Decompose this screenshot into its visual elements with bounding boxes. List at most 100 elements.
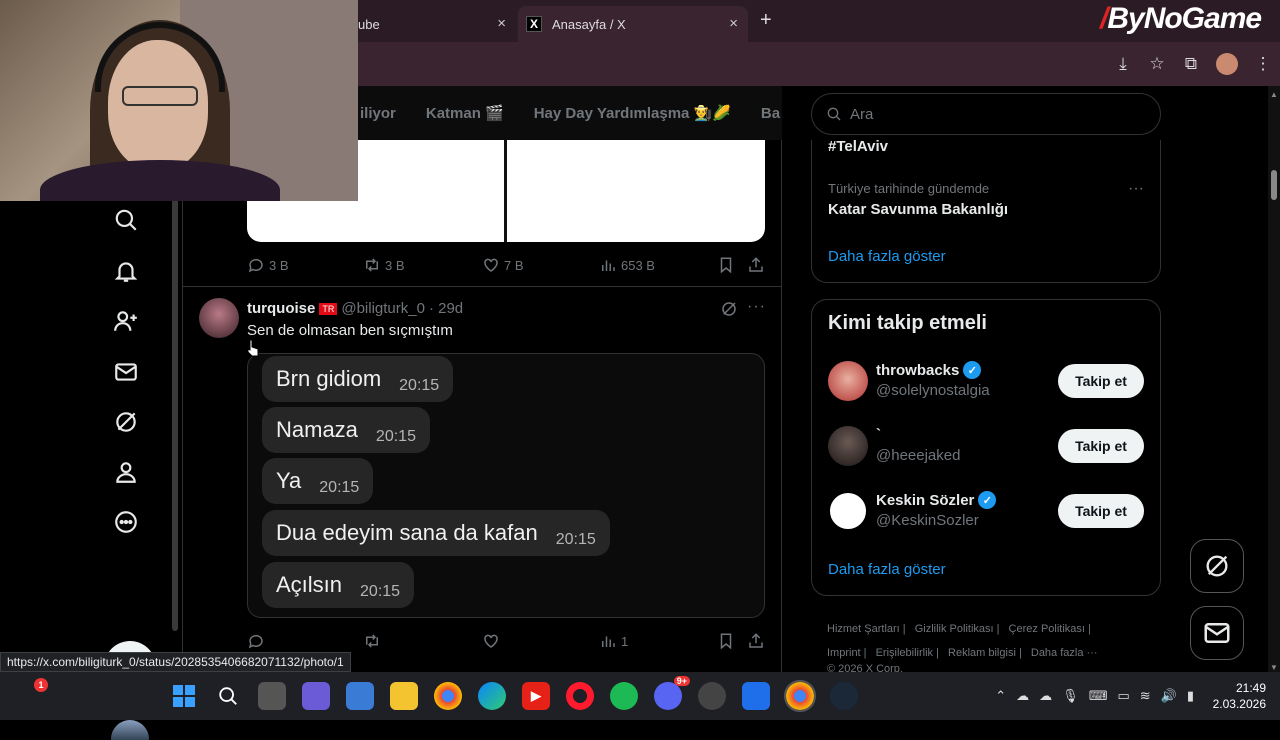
views-button[interactable]: 1 xyxy=(599,632,628,650)
page-scrollbar[interactable]: ▲ ▼ xyxy=(1268,86,1280,676)
explore-search-icon[interactable] xyxy=(110,204,142,236)
share-button[interactable] xyxy=(747,632,765,650)
retweet-button[interactable]: 3 B xyxy=(363,256,405,274)
follow-button[interactable]: Takip et xyxy=(1058,364,1144,398)
suggestion-name[interactable]: throwbacks xyxy=(876,362,959,379)
bookmark-star-icon[interactable]: ☆ xyxy=(1140,54,1174,74)
tray-chevron-icon[interactable]: ⌃ xyxy=(995,688,1006,704)
discord-icon[interactable]: 9+ xyxy=(654,676,690,710)
tab-list-item[interactable]: Katman 🎬 xyxy=(426,104,504,122)
obs-icon[interactable] xyxy=(698,682,726,710)
taskbar-clock[interactable]: 21:49 2.03.2026 xyxy=(1206,680,1266,712)
follow-suggestion[interactable]: Keskin Sözler ✓ @KeskinSozler Takip et xyxy=(828,491,1146,535)
suggestion-avatar[interactable] xyxy=(828,491,868,531)
trends-show-more-link[interactable]: Daha fazla göster xyxy=(828,248,946,265)
footer-link[interactable]: Daha fazla ··· xyxy=(1031,647,1098,659)
tweet-author-name[interactable]: turquoise xyxy=(247,300,315,317)
tab-x-home[interactable]: X Anasayfa / X × xyxy=(518,6,748,42)
messages-fab-button[interactable] xyxy=(1190,606,1244,660)
scroll-up-icon[interactable]: ▲ xyxy=(1270,90,1278,99)
like-button[interactable]: 7 B xyxy=(482,256,524,274)
opera-icon[interactable] xyxy=(566,682,594,710)
onedrive-icon[interactable]: ☁ xyxy=(1039,688,1052,704)
bookmark-button[interactable] xyxy=(717,256,735,274)
tab-list-item[interactable]: iliyor xyxy=(360,105,396,122)
retweet-button[interactable] xyxy=(363,632,381,650)
windows-start-icon[interactable] xyxy=(170,682,198,710)
footer-link[interactable]: Çerez Politikası | xyxy=(1009,623,1091,635)
suggestion-avatar[interactable] xyxy=(828,361,868,401)
notifications-bell-icon[interactable] xyxy=(110,255,142,287)
microphone-icon[interactable]: 🎙 xyxy=(1062,688,1079,704)
follow-button[interactable]: Takip et xyxy=(1058,494,1144,528)
account-avatar[interactable] xyxy=(111,720,149,740)
tweet-more-icon[interactable]: ··· xyxy=(747,298,766,316)
tab-close-icon[interactable]: × xyxy=(729,15,738,32)
trend-more-icon[interactable]: ··· xyxy=(1128,180,1144,198)
reply-button[interactable] xyxy=(247,632,265,650)
like-button[interactable] xyxy=(482,632,500,650)
footer-link[interactable]: Reklam bilgisi | xyxy=(948,647,1022,659)
tweet-chat-screenshot[interactable]: Brn gidiom 20:15 Namaza 20:15 Ya 20:15 D… xyxy=(247,353,765,618)
footer-link[interactable]: Gizlilik Politikası | xyxy=(915,623,1000,635)
tweet-author-handle[interactable]: @biligturk_0 xyxy=(341,300,425,317)
grok-explain-icon[interactable] xyxy=(720,300,738,318)
task-view-icon[interactable] xyxy=(258,682,286,710)
edge-icon[interactable] xyxy=(478,682,506,710)
install-app-icon[interactable]: ⤓ xyxy=(1106,54,1140,74)
grok-fab-button[interactable] xyxy=(1190,539,1244,593)
bookmark-button[interactable] xyxy=(717,632,735,650)
tray-app-icon[interactable]: ☁ xyxy=(1016,688,1029,704)
share-button[interactable] xyxy=(747,256,765,274)
file-explorer-icon[interactable] xyxy=(390,682,418,710)
keyboard-icon[interactable]: ⌨ xyxy=(1089,688,1108,704)
verified-badge-icon: ✓ xyxy=(978,491,997,509)
follow-suggestion[interactable]: ` @heeejaked Takip et xyxy=(828,426,1146,470)
tab-close-icon[interactable]: × xyxy=(497,15,506,32)
scroll-down-icon[interactable]: ▼ xyxy=(1270,663,1278,672)
chrome-active-icon[interactable] xyxy=(784,680,816,712)
display-icon[interactable]: ▭ xyxy=(1117,688,1129,704)
more-options-icon[interactable] xyxy=(110,506,142,538)
app-icon[interactable] xyxy=(742,682,770,710)
tweet-author-avatar[interactable] xyxy=(199,298,239,338)
spotify-icon[interactable] xyxy=(610,682,638,710)
scrollbar-thumb[interactable] xyxy=(1271,170,1277,200)
taskbar-notification-app[interactable]: 1 xyxy=(22,678,48,710)
follow-show-more-link[interactable]: Daha fazla göster xyxy=(828,561,946,578)
footer-link[interactable]: Erişilebilirlik | xyxy=(876,647,939,659)
profile-avatar[interactable] xyxy=(1216,53,1238,75)
suggestion-name[interactable]: Keskin Sözler xyxy=(876,492,974,509)
footer-link[interactable]: Imprint | xyxy=(827,647,867,659)
reply-button[interactable]: 3 B xyxy=(247,256,289,274)
new-tab-button[interactable]: + xyxy=(760,9,772,32)
follow-people-icon[interactable] xyxy=(110,305,142,337)
trend-hashtag[interactable]: #TelAviv xyxy=(828,138,888,155)
taskbar-search-icon[interactable] xyxy=(214,682,242,710)
tab-list-item[interactable]: Hay Day Yardımlaşma 👨‍🌾🌽 xyxy=(534,104,731,122)
volume-icon[interactable]: 🔊 xyxy=(1161,688,1177,704)
views-button[interactable]: 653 B xyxy=(599,256,655,274)
chrome-icon[interactable] xyxy=(434,682,462,710)
battery-icon[interactable]: ▮ xyxy=(1187,688,1194,704)
suggestion-avatar[interactable] xyxy=(828,426,868,466)
steam-icon[interactable] xyxy=(830,682,858,710)
teams-icon[interactable] xyxy=(302,682,330,710)
grok-icon[interactable] xyxy=(110,406,142,438)
tweet-timestamp[interactable]: · 29d xyxy=(429,300,463,317)
wifi-icon[interactable]: ≋ xyxy=(1140,688,1151,704)
follow-button[interactable]: Takip et xyxy=(1058,429,1144,463)
messages-envelope-icon[interactable] xyxy=(110,356,142,388)
youtube-icon[interactable]: ▶ xyxy=(522,682,550,710)
follow-suggestion[interactable]: throwbacks ✓ @solelynostalgia Takip et xyxy=(828,361,1146,405)
search-input[interactable]: Ara xyxy=(811,93,1161,135)
profile-person-icon[interactable] xyxy=(110,456,142,488)
trend-title[interactable]: Katar Savunma Bakanlığı xyxy=(828,201,1008,218)
extensions-icon[interactable]: ⧉ xyxy=(1174,54,1208,74)
store-icon[interactable] xyxy=(346,682,374,710)
menu-dots-icon[interactable]: ⋮ xyxy=(1246,54,1280,74)
tab-list-item[interactable]: Ba xyxy=(761,105,780,122)
footer-link[interactable]: Hizmet Şartları | xyxy=(827,623,906,635)
suggestion-name[interactable]: ` xyxy=(876,426,881,443)
tab-label: Anasayfa / X xyxy=(552,16,626,32)
